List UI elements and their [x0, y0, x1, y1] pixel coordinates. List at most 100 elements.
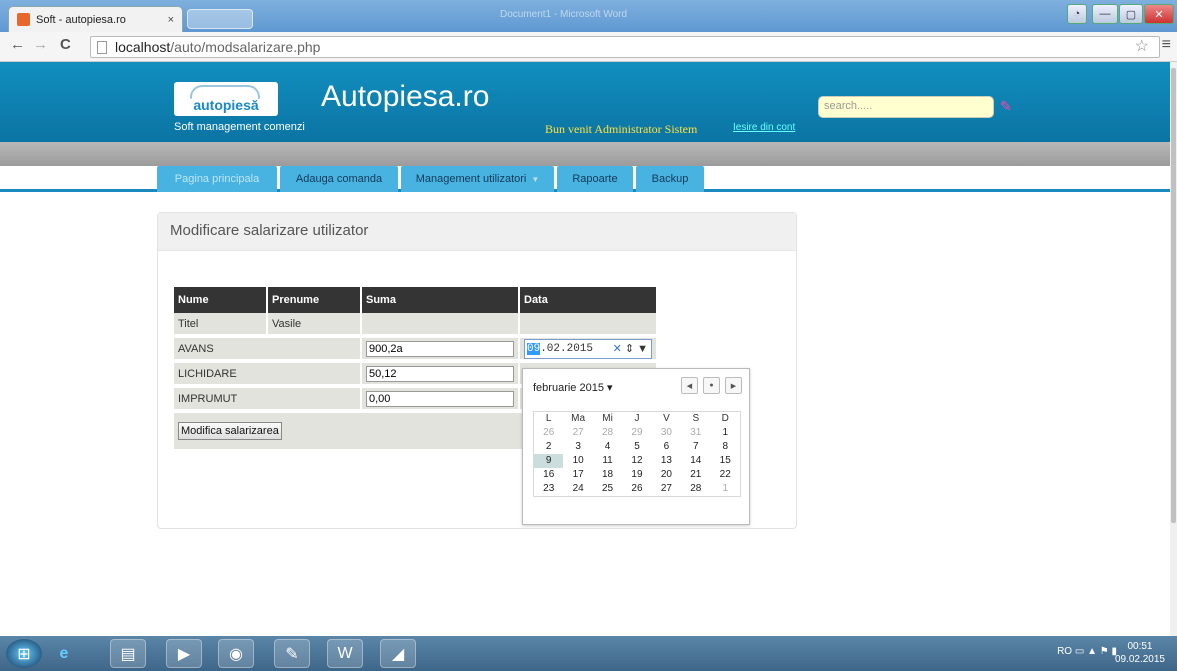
- system-clock[interactable]: 00:51 09.02.2015: [1115, 640, 1165, 666]
- bookmark-star-icon[interactable]: ☆: [1135, 36, 1149, 56]
- reload-icon[interactable]: C: [60, 36, 71, 53]
- calendar-day[interactable]: 5: [622, 440, 651, 454]
- calendar-day[interactable]: 27: [652, 482, 681, 496]
- nav-item-user-management[interactable]: Management utilizatori ▼: [401, 166, 554, 192]
- calendar-day[interactable]: 26: [622, 482, 651, 496]
- calendar-day[interactable]: 9: [534, 454, 564, 468]
- maximize-button[interactable]: ▢: [1119, 4, 1143, 24]
- app-icon[interactable]: ◢: [380, 639, 416, 668]
- calendar-day[interactable]: 13: [652, 454, 681, 468]
- date-input[interactable]: 09.02.2015 ✕ ⇕ ▼: [524, 338, 652, 359]
- calendar-day[interactable]: 30: [652, 426, 681, 440]
- calendar-day[interactable]: 8: [711, 440, 740, 454]
- word-icon[interactable]: W: [327, 639, 363, 668]
- calendar-day[interactable]: 6: [652, 440, 681, 454]
- start-button-icon[interactable]: ⊞: [6, 639, 42, 668]
- site-logo[interactable]: autopiesă: [174, 82, 278, 116]
- calendar-day[interactable]: 14: [681, 454, 710, 468]
- calendar-weekday-row: L Ma Mi J V S D: [534, 412, 740, 426]
- calendar-week-row: 2345678: [534, 440, 740, 454]
- calendar-day[interactable]: 15: [711, 454, 740, 468]
- file-explorer-icon[interactable]: ▤: [110, 639, 146, 668]
- minimize-button[interactable]: —: [1092, 4, 1118, 24]
- calendar-week-row: 23 24 25 26 27 28 1: [534, 482, 740, 496]
- date-controls-icon[interactable]: ✕ ⇕ ▼: [613, 342, 651, 355]
- close-window-button[interactable]: ✕: [1144, 4, 1174, 24]
- user-profile-icon[interactable]: ◔: [1067, 4, 1087, 24]
- logout-link[interactable]: Iesire din cont: [733, 122, 795, 133]
- scrollbar-thumb[interactable]: [1171, 68, 1176, 523]
- calendar-week-row: 16 17 18 19 20 21 22: [534, 468, 740, 482]
- back-arrow-icon[interactable]: ←: [10, 36, 25, 53]
- calendar-day[interactable]: 22: [711, 468, 740, 482]
- panel-title: Modificare salarizare utilizator: [158, 213, 796, 251]
- calendar-day[interactable]: 23: [534, 482, 563, 496]
- calendar-day[interactable]: 18: [593, 468, 622, 482]
- browser-menu-icon[interactable]: ≡: [1162, 36, 1171, 54]
- lichidare-input[interactable]: [366, 365, 514, 382]
- welcome-message: Bun venit Administrator Sistem: [545, 122, 698, 136]
- calendar-day[interactable]: 4: [593, 440, 622, 454]
- weekday-label: V: [663, 413, 670, 424]
- calendar-day[interactable]: 3: [563, 440, 592, 454]
- nav-item-home[interactable]: Pagina principala: [157, 166, 277, 192]
- weekday-label: J: [634, 413, 640, 424]
- chrome-icon[interactable]: ◉: [218, 639, 254, 668]
- col-header-data: Data: [520, 287, 656, 313]
- nav-item-backup[interactable]: Backup: [636, 166, 704, 192]
- logo-text: autopiesă: [193, 97, 259, 113]
- weekday-label: Mi: [602, 413, 613, 424]
- keyboard-language: RO: [1057, 646, 1073, 657]
- notepad-icon[interactable]: ✎: [274, 639, 310, 668]
- calendar-day[interactable]: 29: [622, 426, 651, 440]
- url-host: localhost: [115, 39, 171, 55]
- calendar-day[interactable]: 1: [711, 426, 740, 440]
- search-icon[interactable]: ✎: [1000, 98, 1012, 115]
- calendar-day[interactable]: 21: [681, 468, 710, 482]
- imprumut-input[interactable]: [366, 390, 514, 407]
- calendar-day[interactable]: 17: [563, 468, 592, 482]
- calendar-day[interactable]: 20: [652, 468, 681, 482]
- media-player-icon[interactable]: ▶: [166, 639, 202, 668]
- tab-close-icon[interactable]: ×: [168, 14, 174, 26]
- modify-salary-button[interactable]: Modifica salarizarea: [178, 422, 282, 440]
- calendar-day[interactable]: 26: [534, 426, 563, 440]
- search-input[interactable]: search.....: [818, 96, 994, 118]
- address-toolbar: ← → C localhost/auto/modsalarizare.php ☆…: [0, 32, 1177, 62]
- clock-date: 09.02.2015: [1114, 654, 1165, 665]
- forward-arrow-icon[interactable]: →: [33, 36, 48, 53]
- avans-input[interactable]: [366, 340, 514, 357]
- calendar-day[interactable]: 11: [593, 454, 622, 468]
- browser-tab[interactable]: Soft - autopiesa.ro ×: [8, 6, 183, 32]
- new-tab-button[interactable]: [187, 9, 253, 29]
- calendar-day[interactable]: 2: [534, 440, 563, 454]
- url-field[interactable]: localhost/auto/modsalarizare.php: [90, 36, 1160, 58]
- calendar-day[interactable]: 25: [593, 482, 622, 496]
- tab-title: Soft - autopiesa.ro: [36, 13, 126, 26]
- calendar-day[interactable]: 28: [681, 482, 710, 496]
- prev-month-button[interactable]: ◀: [681, 377, 698, 394]
- weekday-label: S: [692, 413, 700, 424]
- internet-explorer-icon[interactable]: e: [46, 639, 82, 668]
- calendar-day[interactable]: 27: [563, 426, 592, 440]
- calendar-day[interactable]: 24: [563, 482, 592, 496]
- calendar-day[interactable]: 10: [563, 454, 592, 468]
- calendar-day[interactable]: 1: [711, 482, 740, 496]
- calendar-day[interactable]: 12: [622, 454, 651, 468]
- page-scrollbar[interactable]: [1170, 62, 1177, 636]
- nav-item-add-order[interactable]: Adauga comanda: [280, 166, 398, 192]
- system-tray[interactable]: RO ▭ ▲ ⚑ ▮: [1057, 646, 1117, 657]
- chevron-down-icon: ▼: [531, 174, 540, 184]
- next-month-button[interactable]: ▶: [725, 377, 742, 394]
- calendar-day[interactable]: 31: [681, 426, 710, 440]
- url-path: /auto/modsalarizare.php: [170, 39, 321, 55]
- col-header-prenume: Prenume: [268, 287, 360, 313]
- today-button[interactable]: ●: [703, 377, 720, 394]
- calendar-day[interactable]: 19: [622, 468, 651, 482]
- calendar-month-select[interactable]: februarie 2015 ▾: [533, 381, 613, 394]
- calendar-day[interactable]: 28: [593, 426, 622, 440]
- date-rest: .02.2015: [540, 342, 594, 355]
- calendar-day[interactable]: 7: [681, 440, 710, 454]
- nav-item-reports[interactable]: Rapoarte: [557, 166, 633, 192]
- calendar-day[interactable]: 16: [534, 468, 563, 482]
